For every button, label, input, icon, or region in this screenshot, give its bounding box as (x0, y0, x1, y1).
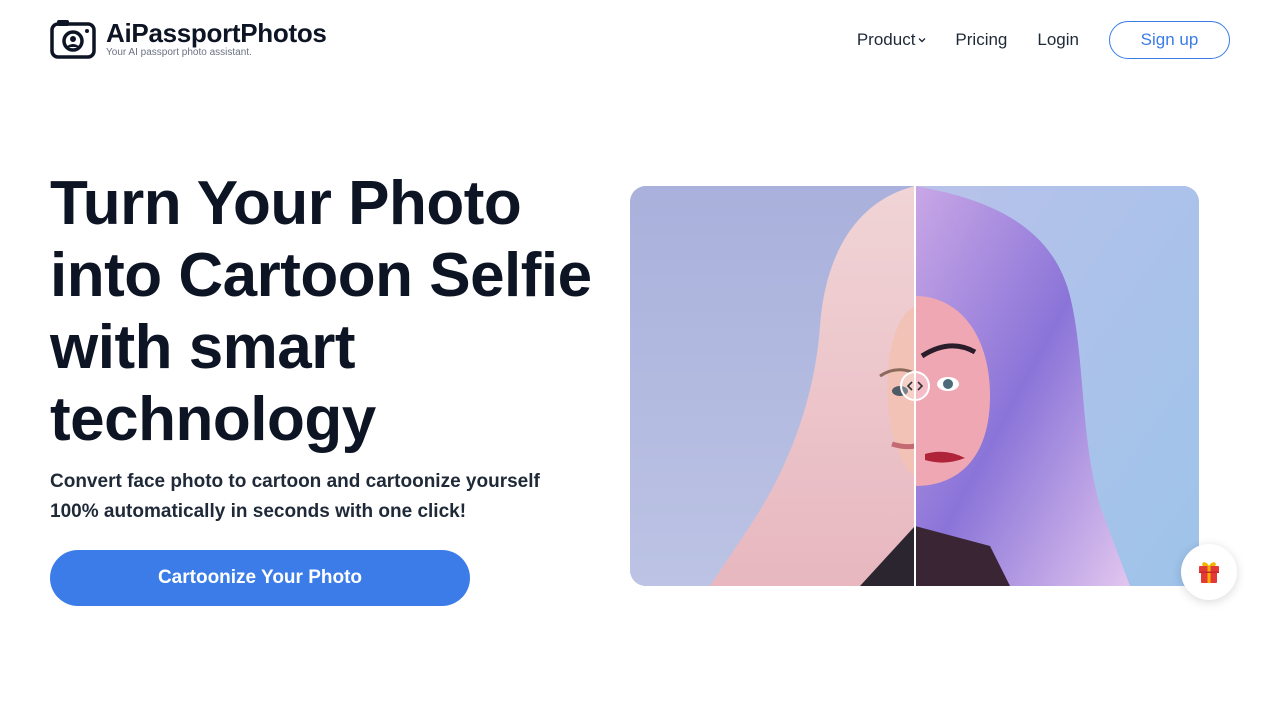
nav-product[interactable]: Product (857, 30, 928, 50)
main-nav: Product Pricing Login Sign up (857, 21, 1230, 59)
brand-name: AiPassportPhotos (106, 18, 327, 48)
hero-subtitle: Convert face photo to cartoon and cartoo… (50, 471, 540, 522)
nav-pricing[interactable]: Pricing (955, 30, 1007, 50)
cartoonize-button[interactable]: Cartoonize Your Photo (50, 550, 470, 606)
nav-product-label: Product (856, 30, 916, 49)
chevron-down-icon (918, 38, 926, 43)
camera-icon (50, 20, 96, 59)
nav-login[interactable]: Login (1037, 30, 1079, 50)
header: AiPassportPhotos Your AI passport photo … (0, 0, 1280, 80)
gift-button[interactable] (1181, 544, 1237, 600)
gift-icon (1199, 562, 1219, 583)
signup-button[interactable]: Sign up (1109, 21, 1230, 59)
brand-tagline: Your AI passport photo assistant. (106, 47, 252, 58)
before-after-slider[interactable] (630, 186, 1199, 586)
logo[interactable]: AiPassportPhotos Your AI passport photo … (50, 18, 327, 60)
page: AiPassportPhotos Your AI passport photo … (0, 0, 1280, 720)
hero-title: Turn Your Photo into Cartoon Selfie with… (50, 169, 592, 454)
left-right-arrows-icon[interactable] (900, 371, 930, 401)
